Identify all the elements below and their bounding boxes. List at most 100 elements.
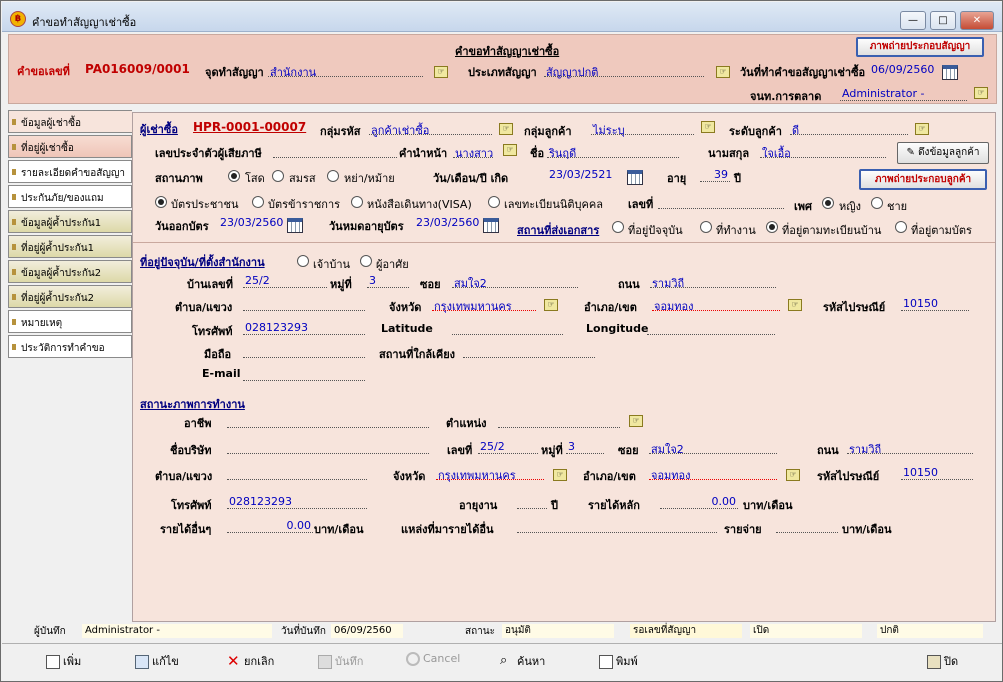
position-field[interactable]: [498, 414, 620, 428]
dob-calendar-icon[interactable]: [627, 170, 643, 185]
income-field[interactable]: 0.00: [660, 495, 738, 509]
prefix-field[interactable]: นางสาว: [453, 144, 493, 160]
amphoe-lookup-icon[interactable]: ☞: [788, 299, 802, 311]
tab-history[interactable]: ประวัติการทำคำขอ: [8, 335, 132, 358]
moo-field[interactable]: 3: [367, 274, 409, 288]
surname-field[interactable]: ใจเอื้อ: [760, 144, 886, 160]
owner-radio[interactable]: [297, 255, 309, 267]
level-field[interactable]: ดี: [790, 121, 908, 137]
age-field[interactable]: 39: [700, 168, 730, 182]
work-zip-field[interactable]: 10150: [901, 466, 973, 480]
group-code-lookup-icon[interactable]: ☞: [499, 123, 513, 135]
tab-guarantor1-info[interactable]: ข้อมูลผู้ค้ำประกัน1: [8, 210, 132, 233]
province-lookup-icon[interactable]: ☞: [544, 299, 558, 311]
print-button[interactable]: พิมพ์: [599, 652, 638, 670]
tambon-field[interactable]: [243, 297, 365, 311]
work-amphoe-lookup-icon[interactable]: ☞: [786, 469, 800, 481]
work-phone-field[interactable]: 028123293: [227, 495, 367, 509]
resident-radio[interactable]: [360, 255, 372, 267]
sex-male-radio[interactable]: [871, 197, 883, 209]
company-field[interactable]: [227, 440, 429, 454]
work-province-field[interactable]: กรุงเทพมหานคร: [436, 466, 544, 482]
tab-notes[interactable]: หมายเหตุ: [8, 310, 132, 333]
close-window-button[interactable]: ✕: [960, 11, 994, 30]
maximize-button[interactable]: □: [930, 11, 956, 30]
mobile-field[interactable]: [243, 344, 365, 358]
prefix-lookup-icon[interactable]: ☞: [503, 144, 517, 156]
lng-field[interactable]: [647, 321, 775, 335]
sex-female-radio[interactable]: [822, 197, 834, 209]
tenure-field[interactable]: [517, 495, 547, 509]
house-field[interactable]: 25/2: [243, 274, 327, 288]
place-lookup-icon[interactable]: ☞: [434, 66, 448, 78]
cancel-button[interactable]: Cancel: [406, 652, 460, 666]
idtype-corp-radio[interactable]: [488, 196, 500, 208]
calendar-icon[interactable]: [942, 65, 958, 80]
expire-calendar-icon[interactable]: [483, 218, 499, 233]
minimize-button[interactable]: —: [900, 11, 926, 30]
work-moo-field[interactable]: 3: [566, 440, 604, 454]
road-field[interactable]: รามวิถี: [650, 274, 776, 290]
add-button[interactable]: เพิ่ม: [46, 652, 81, 670]
near-field[interactable]: [463, 344, 595, 358]
officer-field[interactable]: Administrator -: [840, 87, 967, 101]
type-lookup-icon[interactable]: ☞: [716, 66, 730, 78]
marital-single-radio[interactable]: [228, 170, 240, 182]
soi-field[interactable]: สมใจ2: [452, 274, 578, 290]
tab-guarantor2-info[interactable]: ข้อมูลผู้ค้ำประกัน2: [8, 260, 132, 283]
tab-request-detail[interactable]: รายละเอียดคำขอสัญญา: [8, 160, 132, 183]
zip-field[interactable]: 10150: [901, 297, 969, 311]
docaddr-current-radio[interactable]: [612, 221, 624, 233]
dob-field[interactable]: 23/03/2521: [547, 168, 619, 182]
work-amphoe-field[interactable]: จอมทอง: [649, 466, 777, 482]
type-field[interactable]: สัญญาปกติ: [544, 63, 704, 79]
job-field[interactable]: [227, 414, 429, 428]
customer-id[interactable]: HPR-0001-00007: [193, 120, 306, 134]
tab-customer-address[interactable]: ที่อยู่ผู้เช่าซื้อ: [8, 135, 132, 158]
edit-button[interactable]: แก้ไข: [135, 652, 179, 670]
issue-calendar-icon[interactable]: [287, 218, 303, 233]
phone-field[interactable]: 028123293: [243, 321, 365, 335]
amphoe-field[interactable]: จอมทอง: [652, 297, 780, 313]
marital-married-radio[interactable]: [272, 170, 284, 182]
idtype-citizen-radio[interactable]: [155, 196, 167, 208]
search-button[interactable]: ⌕ ค้นหา: [500, 652, 545, 670]
work-soi-field[interactable]: สมใจ2: [649, 440, 777, 456]
lat-field[interactable]: [452, 321, 563, 335]
close-button[interactable]: ปิด: [927, 652, 958, 670]
place-field[interactable]: สำนักงาน: [268, 63, 423, 79]
issue-field[interactable]: 23/03/2560: [218, 216, 283, 230]
tab-guarantor1-address[interactable]: ที่อยู่ผู้ค้ำประกัน1: [8, 235, 132, 258]
group-lookup-icon[interactable]: ☞: [701, 121, 715, 133]
idtype-gov-radio[interactable]: [252, 196, 264, 208]
docaddr-work-radio[interactable]: [700, 221, 712, 233]
customer-photo-button[interactable]: ภาพถ่ายประกอบลูกค้า: [859, 169, 987, 190]
officer-lookup-icon[interactable]: ☞: [974, 87, 988, 99]
work-road-field[interactable]: รามวิถี: [847, 440, 973, 456]
work-tambon-field[interactable]: [227, 466, 367, 480]
expire-field[interactable]: 23/03/2560: [414, 216, 479, 230]
work-province-lookup-icon[interactable]: ☞: [553, 469, 567, 481]
other-income-field[interactable]: 0.00: [227, 519, 313, 533]
group-code-field[interactable]: ลูกค้าเช่าซื้อ: [369, 121, 492, 137]
docaddr-house-radio[interactable]: [766, 221, 778, 233]
level-lookup-icon[interactable]: ☞: [915, 123, 929, 135]
cancel-record-button[interactable]: ✕ ยกเลิก: [227, 652, 274, 670]
expense-field[interactable]: [776, 519, 838, 533]
tab-insurance[interactable]: ประกันภัย/ของแถม: [8, 185, 132, 208]
email-field[interactable]: [243, 367, 365, 381]
request-date[interactable]: 06/09/2560: [869, 63, 934, 77]
work-no-field[interactable]: 25/2: [478, 440, 538, 454]
position-lookup-icon[interactable]: ☞: [629, 415, 643, 427]
pull-customer-button[interactable]: ✎ ดึงข้อมูลลูกค้า: [897, 142, 989, 164]
contract-photo-button[interactable]: ภาพถ่ายประกอบสัญญา: [856, 37, 984, 57]
taxid-field[interactable]: [273, 144, 397, 158]
save-button[interactable]: บันทึก: [318, 652, 363, 670]
docaddr-card-radio[interactable]: [895, 221, 907, 233]
name-field[interactable]: รินฤดี: [547, 144, 679, 160]
tab-customer-info[interactable]: ข้อมูลผู้เช่าซื้อ: [8, 110, 132, 133]
tab-guarantor2-address[interactable]: ที่อยู่ผู้ค้ำประกัน2: [8, 285, 132, 308]
income-source-field[interactable]: [517, 519, 717, 533]
idtype-passport-radio[interactable]: [351, 196, 363, 208]
marital-divorced-radio[interactable]: [327, 170, 339, 182]
